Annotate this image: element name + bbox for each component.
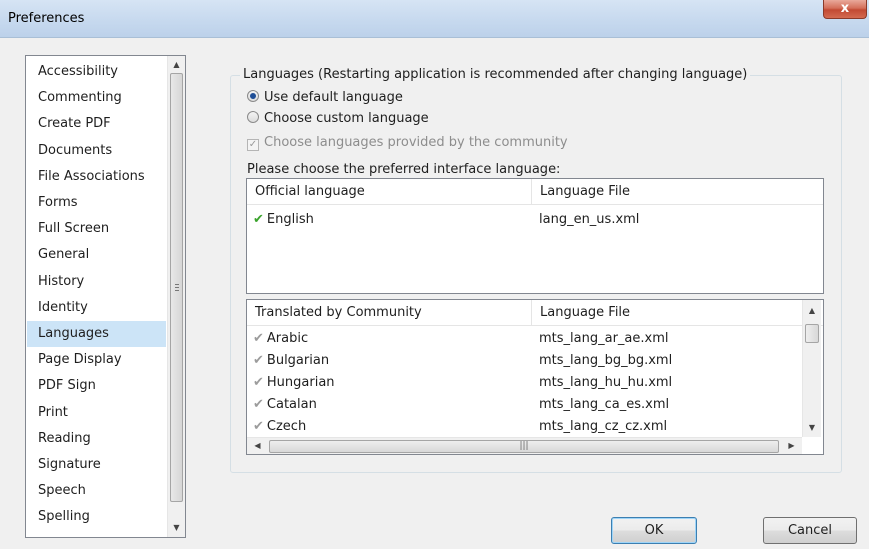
radio-unchecked-icon[interactable]: [247, 111, 259, 123]
category-item-full-screen[interactable]: Full Screen: [27, 216, 166, 242]
category-item-languages[interactable]: Languages: [27, 321, 166, 347]
language-cell: ✔ Czech: [253, 416, 306, 438]
category-item-signature[interactable]: Signature: [27, 452, 166, 478]
category-item-speech[interactable]: Speech: [27, 478, 166, 504]
scroll-down-arrow-icon[interactable]: ▼: [803, 419, 821, 436]
scroll-left-arrow-icon[interactable]: ◀: [249, 438, 266, 455]
official-language-table[interactable]: Official language Language File ✔ English…: [246, 178, 824, 294]
scroll-up-arrow-icon[interactable]: ▲: [803, 302, 821, 319]
community-vertical-scrollbar[interactable]: ▲ ▼: [802, 300, 821, 437]
category-item-history[interactable]: History: [27, 269, 166, 295]
category-items: Accessibility Commenting Create PDF Documen…: [26, 56, 167, 537]
language-file-cell: mts_lang_hu_hu.xml: [539, 375, 673, 390]
table-row[interactable]: ✔ Bulgarian mts_lang_bg_bg.xml: [247, 350, 807, 372]
checkmark-icon: ✔: [253, 375, 264, 390]
category-item-accessibility[interactable]: Accessibility: [27, 59, 166, 85]
official-table-header: Official language Language File: [247, 179, 823, 205]
category-item-general[interactable]: General: [27, 242, 166, 268]
category-item-spelling[interactable]: Spelling: [27, 504, 166, 530]
radio-custom-language[interactable]: Choose custom language: [247, 110, 429, 128]
close-icon: x: [840, 1, 850, 16]
language-name: Czech: [266, 419, 307, 434]
cancel-button[interactable]: Cancel: [763, 517, 857, 544]
scrollbar-thumb[interactable]: [170, 73, 183, 502]
table-row[interactable]: ✔ Arabic mts_lang_ar_ae.xml: [247, 328, 807, 350]
radio-default-label: Use default language: [264, 90, 403, 105]
ok-button[interactable]: OK: [611, 517, 697, 544]
category-item-commenting[interactable]: Commenting: [27, 85, 166, 111]
checkbox-checked-icon: ✓: [247, 139, 259, 151]
language-name: Catalan: [266, 397, 317, 412]
community-language-table[interactable]: Translated by Community Language File ✔ A…: [246, 299, 824, 455]
community-horizontal-scrollbar[interactable]: ◀ ||| ▶: [247, 437, 802, 454]
languages-group-title: Languages (Restarting application is rec…: [240, 67, 751, 82]
radio-custom-label: Choose custom language: [264, 111, 429, 126]
language-name: Bulgarian: [266, 353, 330, 368]
language-name: Hungarian: [266, 375, 335, 390]
checkbox-community-label: Choose languages provided by the communi…: [264, 135, 568, 150]
category-item-file-associations[interactable]: File Associations: [27, 164, 166, 190]
language-file-cell: mts_lang_ar_ae.xml: [539, 331, 669, 346]
language-name: English: [266, 212, 314, 227]
category-item-reading[interactable]: Reading: [27, 426, 166, 452]
language-cell: ✔ Hungarian: [253, 372, 335, 394]
checkmark-icon: ✔: [253, 353, 264, 368]
language-file-cell: lang_en_us.xml: [539, 212, 640, 227]
checkmark-icon: ✔: [253, 212, 264, 227]
table-row[interactable]: ✔ Czech mts_lang_cz_cz.xml: [247, 416, 807, 438]
language-cell: ✔ English: [253, 209, 314, 231]
category-scrollbar[interactable]: ▲ ▼: [167, 56, 185, 537]
close-button[interactable]: x: [823, 0, 867, 19]
scroll-up-arrow-icon[interactable]: ▲: [168, 56, 185, 73]
scroll-down-arrow-icon[interactable]: ▼: [168, 519, 185, 536]
language-file-cell: mts_lang_ca_es.xml: [539, 397, 670, 412]
title-bar: Preferences x: [0, 0, 869, 38]
category-item-forms[interactable]: Forms: [27, 190, 166, 216]
category-item-page-display[interactable]: Page Display: [27, 347, 166, 373]
category-item-identity[interactable]: Identity: [27, 295, 166, 321]
community-table-header: Translated by Community Language File: [247, 300, 823, 326]
language-name: Arabic: [266, 331, 309, 346]
category-item-print[interactable]: Print: [27, 400, 166, 426]
column-header-official-language[interactable]: Official language: [247, 179, 531, 205]
checkmark-icon: ✔: [253, 331, 264, 346]
radio-default-language[interactable]: Use default language: [247, 89, 403, 107]
language-prompt: Please choose the preferred interface la…: [247, 162, 561, 177]
table-row[interactable]: ✔ Hungarian mts_lang_hu_hu.xml: [247, 372, 807, 394]
scroll-right-arrow-icon[interactable]: ▶: [783, 438, 800, 455]
scrollbar-thumb[interactable]: |||: [269, 440, 779, 453]
column-header-translated-by-community[interactable]: Translated by Community: [247, 300, 531, 326]
checkmark-icon: ✔: [253, 397, 264, 412]
table-row[interactable]: ✔ Catalan mts_lang_ca_es.xml: [247, 394, 807, 416]
checkmark-icon: ✔: [253, 419, 264, 434]
language-cell: ✔ Bulgarian: [253, 350, 329, 372]
language-cell: ✔ Arabic: [253, 328, 308, 350]
window-title: Preferences: [8, 11, 85, 26]
category-item-documents[interactable]: Documents: [27, 138, 166, 164]
column-header-language-file[interactable]: Language File: [531, 300, 803, 326]
category-item-pdf-sign[interactable]: PDF Sign: [27, 373, 166, 399]
radio-checked-icon[interactable]: [247, 90, 259, 102]
language-file-cell: mts_lang_cz_cz.xml: [539, 419, 668, 434]
category-item-create-pdf[interactable]: Create PDF: [27, 111, 166, 137]
checkbox-community-languages: ✓ Choose languages provided by the commun…: [247, 134, 568, 152]
language-file-cell: mts_lang_bg_bg.xml: [539, 353, 673, 368]
language-cell: ✔ Catalan: [253, 394, 317, 416]
scrollbar-thumb[interactable]: [805, 324, 819, 343]
column-header-language-file[interactable]: Language File: [531, 179, 823, 205]
category-list[interactable]: Accessibility Commenting Create PDF Documen…: [25, 55, 186, 538]
table-row[interactable]: ✔ English lang_en_us.xml: [247, 209, 807, 231]
